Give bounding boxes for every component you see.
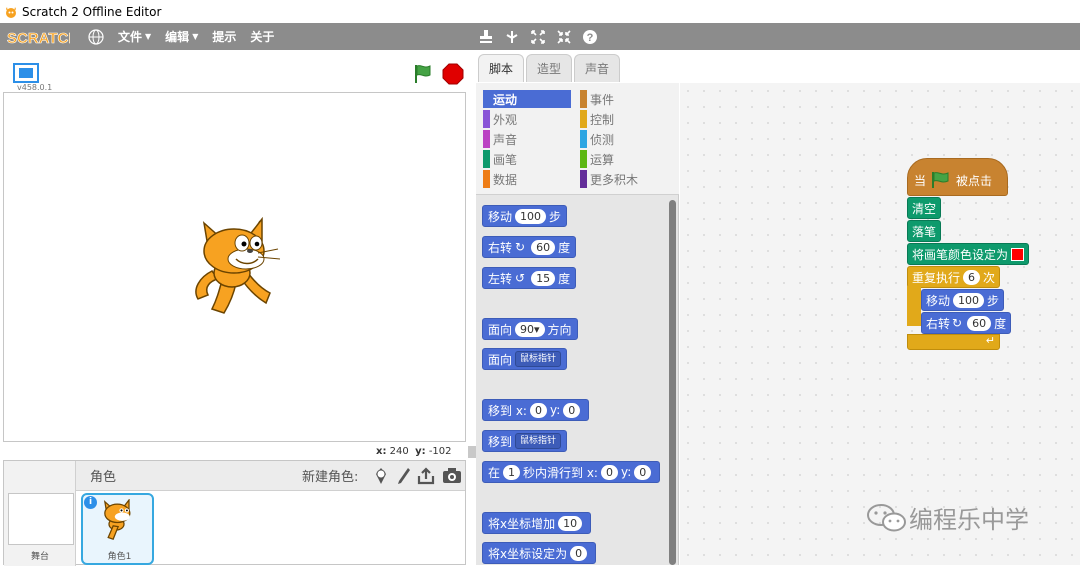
toolbar: ? bbox=[478, 23, 608, 50]
pen-color-swatch[interactable] bbox=[1011, 247, 1025, 261]
script-area[interactable] bbox=[680, 83, 1080, 565]
scratch-logo[interactable]: SCRATCH bbox=[6, 27, 70, 47]
stage-thumbnail[interactable] bbox=[8, 493, 74, 545]
repeat-loop-arm bbox=[907, 286, 921, 326]
block-move-steps-script[interactable]: 移动 100 步 bbox=[921, 289, 1005, 311]
camera-sprite-icon[interactable] bbox=[442, 467, 462, 485]
green-flag-icon[interactable] bbox=[412, 63, 434, 85]
sprite-thumbnail[interactable]: i 角色1 bbox=[81, 493, 154, 565]
grow-icon[interactable] bbox=[530, 29, 546, 45]
shrink-icon[interactable] bbox=[556, 29, 572, 45]
stage-canvas[interactable] bbox=[3, 92, 466, 442]
info-icon[interactable]: i bbox=[84, 496, 97, 509]
chevron-down-icon: ▼ bbox=[192, 32, 199, 41]
paint-new-sprite-icon[interactable] bbox=[396, 466, 412, 486]
scratch-cat-sprite[interactable] bbox=[190, 217, 286, 317]
block-turn-right-script[interactable]: 右转 ↻ 60 度 bbox=[921, 312, 1012, 334]
category-pen[interactable]: 画笔 bbox=[483, 150, 571, 168]
menubar: SCRATCH 文件▼ 编辑▼ 提示 关于 ? bbox=[0, 23, 1080, 50]
block-turn-left[interactable]: 左转 ↺ 15 度 bbox=[482, 267, 577, 289]
block-when-flag-clicked[interactable]: 当 被点击 bbox=[907, 158, 1008, 196]
block-glide[interactable]: 在 1 秒内滑行到 x: 0 y: 0 bbox=[482, 461, 661, 483]
editor-tabs: 脚本 造型 声音 bbox=[478, 54, 622, 84]
block-palette: 运动 事件 外观 控制 声音 侦测 画笔 运算 数据 更多积木 移动 100 步 右… bbox=[476, 83, 679, 565]
category-control[interactable]: 控制 bbox=[580, 110, 668, 128]
sprite-list: i 角色1 bbox=[76, 491, 465, 565]
category-looks[interactable]: 外观 bbox=[483, 110, 571, 128]
upload-sprite-icon[interactable] bbox=[416, 466, 436, 486]
stage-label: 舞台 bbox=[30, 552, 49, 562]
block-repeat[interactable]: 重复执行 6 次 bbox=[907, 266, 1000, 288]
tab-costumes[interactable]: 造型 bbox=[526, 54, 573, 82]
rotate-clockwise-icon: ↻ bbox=[515, 240, 526, 254]
version-label: v458.0.1 bbox=[17, 83, 53, 92]
duplicate-stamp-icon[interactable] bbox=[478, 29, 494, 45]
stage-coordinates: x: 240 y: -102 bbox=[376, 446, 452, 457]
block-clear[interactable]: 清空 bbox=[907, 197, 942, 219]
watermark: 编程乐中学 bbox=[865, 500, 1029, 535]
scratch-cat-icon bbox=[6, 6, 16, 18]
window-titlebar: Scratch 2 Offline Editor bbox=[0, 0, 1080, 23]
repeat-loop-bottom: ↵ bbox=[907, 334, 1000, 350]
block-point-in-direction[interactable]: 面向 90▾ 方向 bbox=[482, 318, 578, 340]
tab-scripts[interactable]: 脚本 bbox=[478, 54, 525, 82]
menu-tips[interactable]: 提示 bbox=[212, 28, 236, 45]
block-categories: 运动 事件 外观 控制 声音 侦测 画笔 运算 数据 更多积木 bbox=[476, 83, 679, 195]
block-go-to[interactable]: 移到 鼠标指针 bbox=[482, 430, 568, 452]
block-turn-right[interactable]: 右转 ↻ 60 度 bbox=[482, 236, 577, 258]
presentation-mode-icon[interactable] bbox=[13, 63, 39, 83]
sprite-name: 角色1 bbox=[107, 552, 132, 562]
stop-sign-icon[interactable] bbox=[442, 63, 464, 85]
category-more-blocks[interactable]: 更多积木 bbox=[580, 170, 668, 188]
category-motion[interactable]: 运动 bbox=[483, 90, 571, 108]
delete-scissors-icon[interactable] bbox=[504, 29, 520, 45]
category-operators[interactable]: 运算 bbox=[580, 150, 668, 168]
choose-sprite-library-icon[interactable] bbox=[372, 466, 390, 486]
block-set-pen-color[interactable]: 将画笔颜色设定为 bbox=[907, 243, 1030, 265]
svg-text:SCRATCH: SCRATCH bbox=[7, 30, 70, 47]
category-data[interactable]: 数据 bbox=[483, 170, 571, 188]
sprite-header: 角色 新建角色: bbox=[76, 461, 465, 491]
palette-scrollbar[interactable] bbox=[669, 200, 676, 565]
menu-edit[interactable]: 编辑 ▼ bbox=[165, 28, 198, 45]
block-go-to-xy[interactable]: 移到 x: 0 y: 0 bbox=[482, 399, 590, 421]
scratch-cat-thumbnail bbox=[103, 499, 131, 540]
sprites-title: 角色 bbox=[90, 470, 117, 485]
block-pen-down[interactable]: 落笔 bbox=[907, 220, 942, 242]
block-point-towards[interactable]: 面向 鼠标指针 bbox=[482, 348, 568, 370]
stage-header bbox=[0, 50, 472, 93]
stage-collapse-handle[interactable] bbox=[468, 446, 476, 458]
rotate-clockwise-icon: ↻ bbox=[952, 316, 963, 330]
category-sound[interactable]: 声音 bbox=[483, 130, 571, 148]
svg-text:?: ? bbox=[587, 32, 594, 44]
window-title: Scratch 2 Offline Editor bbox=[22, 4, 162, 19]
menu-about[interactable]: 关于 bbox=[250, 28, 274, 45]
help-icon[interactable]: ? bbox=[582, 29, 598, 45]
rotate-counterclockwise-icon: ↺ bbox=[515, 271, 526, 285]
category-sensing[interactable]: 侦测 bbox=[580, 130, 668, 148]
wechat-icon bbox=[867, 503, 906, 531]
block-move-steps[interactable]: 移动 100 步 bbox=[482, 205, 568, 227]
new-sprite-label: 新建角色: bbox=[302, 470, 359, 485]
menu-file[interactable]: 文件 ▼ bbox=[118, 28, 151, 45]
language-globe-icon[interactable] bbox=[88, 28, 104, 45]
category-events[interactable]: 事件 bbox=[580, 90, 668, 108]
green-flag-icon bbox=[932, 172, 949, 188]
loop-arrow-icon: ↵ bbox=[985, 334, 995, 347]
tab-sounds[interactable]: 声音 bbox=[574, 54, 621, 82]
block-change-x[interactable]: 将x坐标增加 10 bbox=[482, 512, 592, 534]
sprite-panel: 舞台 角色 新建角色: i 角色1 bbox=[3, 460, 466, 566]
stage-thumbnail-column: 舞台 bbox=[4, 461, 76, 566]
block-set-x[interactable]: 将x坐标设定为 0 bbox=[482, 542, 597, 564]
chevron-down-icon: ▼ bbox=[145, 32, 152, 41]
